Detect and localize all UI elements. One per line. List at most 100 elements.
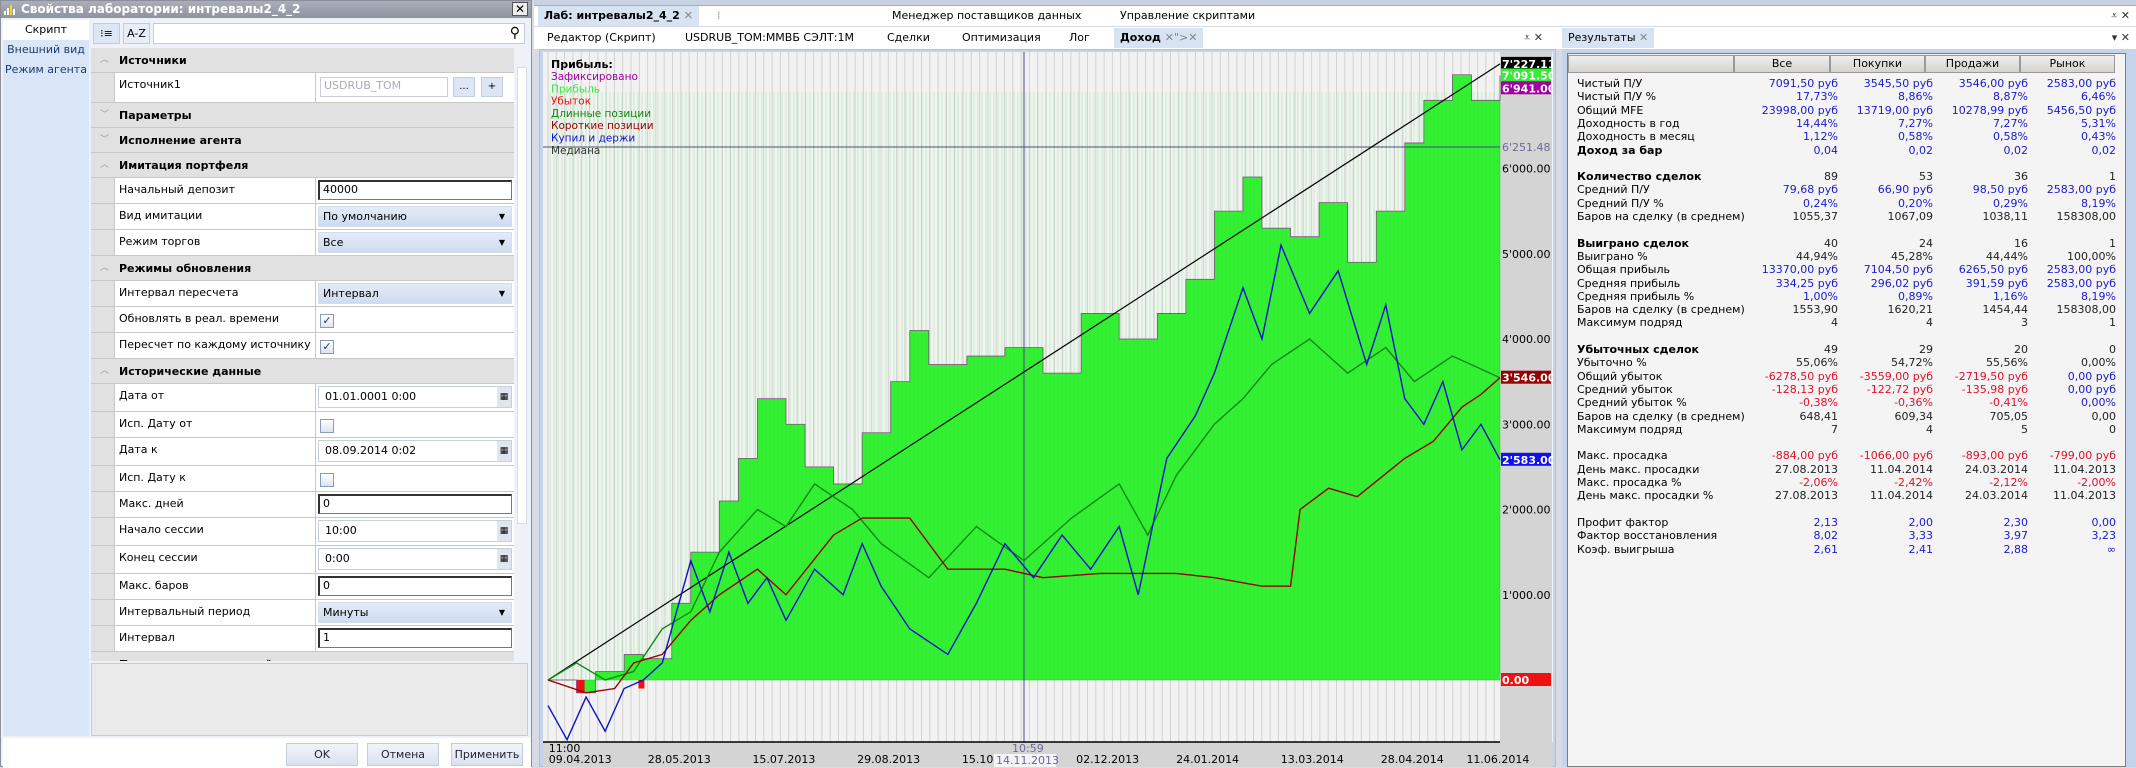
chevron-down-icon[interactable]: ﹀ bbox=[100, 128, 109, 153]
row-gutter bbox=[91, 412, 115, 437]
dropdown-arrow-icon[interactable]: ▼ bbox=[499, 284, 505, 304]
text-input[interactable]: 0 bbox=[318, 494, 512, 514]
search-icon[interactable]: ⚲ bbox=[510, 25, 520, 41]
property-value: 10:00 ▦ bbox=[316, 518, 514, 545]
chevron-down-icon[interactable]: ﹀ bbox=[100, 103, 109, 128]
chevron-up-icon[interactable]: ︿ bbox=[100, 48, 109, 73]
legend-item[interactable]: Убыток bbox=[551, 96, 591, 108]
results-row: Доход за бар 0,04 0,02 0,02 0,02 bbox=[1568, 144, 2125, 157]
tab-data-providers[interactable]: Менеджер поставщиков данных bbox=[892, 9, 1081, 22]
checkbox[interactable] bbox=[320, 419, 334, 433]
section-header[interactable]: ﹀ Параметры bbox=[91, 103, 514, 128]
pin-close-icon[interactable]: ⩡ ✕ bbox=[2111, 9, 2130, 23]
tab-instrument[interactable]: USDRUB_TOM:ММВБ СЭЛТ:1М bbox=[685, 31, 854, 44]
source-input[interactable]: USDRUB_TOM bbox=[320, 77, 448, 97]
calendar-icon[interactable]: ▦ bbox=[497, 549, 511, 569]
tab-results[interactable]: Результаты ✕ bbox=[1562, 28, 1655, 48]
scrollbar-thumb[interactable] bbox=[517, 67, 527, 524]
property-row: Начало сессии 10:00 ▦ bbox=[91, 518, 514, 546]
checkbox[interactable]: ✓ bbox=[320, 340, 334, 354]
dropdown-select[interactable]: Интервал ▼ bbox=[318, 283, 512, 304]
legend-item[interactable]: Прибыль bbox=[551, 83, 600, 95]
pin-close-icon[interactable]: ⩡ ✕ bbox=[1524, 31, 1543, 45]
nav-item-agent-mode[interactable]: Режим агента bbox=[3, 60, 89, 80]
section-header[interactable]: ︿ Исторические данные bbox=[91, 359, 514, 384]
ok-button[interactable]: OK bbox=[286, 743, 358, 766]
column-header[interactable]: Все bbox=[1734, 55, 1830, 73]
tab-log[interactable]: Лог bbox=[1069, 31, 1090, 44]
metric-label: Макс. просадка bbox=[1577, 449, 1668, 463]
calendar-icon[interactable]: ▦ bbox=[497, 521, 511, 541]
tab-optimization[interactable]: Оптимизация bbox=[962, 31, 1041, 44]
dropdown-select[interactable]: По умолчанию ▼ bbox=[318, 206, 512, 227]
section-header[interactable]: ︿ Источники bbox=[91, 48, 514, 73]
dropdown-arrow-icon[interactable]: ▼ bbox=[499, 603, 505, 623]
section-header[interactable]: ﹀ Исполнение агента bbox=[91, 128, 514, 153]
tab-editor[interactable]: Редактор (Скрипт) bbox=[547, 31, 656, 44]
date-picker[interactable]: 0:00 ▦ bbox=[318, 548, 512, 570]
tab-lab[interactable]: Лаб: интревалы2_4_2 ✕ bbox=[538, 6, 699, 26]
property-label: Начало сессии bbox=[115, 518, 316, 545]
x-tick-label: 15.10. bbox=[962, 753, 997, 766]
dropdown-arrow-icon[interactable]: ▼ bbox=[499, 233, 505, 253]
categorized-view-button[interactable]: ⁝≡ bbox=[93, 23, 120, 44]
chevron-up-icon[interactable]: ︿ bbox=[100, 256, 109, 281]
dropdown-select[interactable]: Все ▼ bbox=[318, 232, 512, 253]
dropdown-select[interactable]: Минуты ▼ bbox=[318, 602, 512, 623]
close-icon[interactable]: ✕ bbox=[512, 2, 528, 16]
column-header[interactable]: Рынок bbox=[2020, 55, 2115, 73]
metric-label: Общая прибыль bbox=[1577, 263, 1670, 277]
metric-value: -0,38% bbox=[1799, 396, 1838, 410]
tab-script-manager[interactable]: Управление скриптами bbox=[1120, 9, 1255, 22]
text-input[interactable]: 0 bbox=[318, 576, 512, 596]
metric-label: Баров на сделку (в среднем) bbox=[1577, 303, 1745, 317]
section-header[interactable]: ︿ Имитация портфеля bbox=[91, 153, 514, 178]
legend-item[interactable]: Зафиксировано bbox=[551, 71, 638, 83]
cancel-button[interactable]: Отмена bbox=[367, 743, 439, 766]
income-chart[interactable]: 1'000.00 2'000.00 3'000.00 4'000.00 5'000.00… bbox=[543, 52, 1553, 767]
nav-item-appearance[interactable]: Внешний вид bbox=[3, 40, 89, 60]
text-input[interactable]: 40000 bbox=[318, 180, 512, 200]
column-header[interactable]: Продажи bbox=[1925, 55, 2020, 73]
metric-value: 0,00 руб bbox=[2067, 369, 2116, 383]
nav-item-script[interactable]: Скрипт bbox=[3, 20, 89, 40]
calendar-icon[interactable]: ▦ bbox=[497, 441, 511, 461]
section-header[interactable]: ︿ Параметры вычислений bbox=[91, 652, 514, 661]
chevron-up-icon[interactable]: ︿ bbox=[100, 153, 109, 178]
legend-item[interactable]: Купил и держи bbox=[551, 133, 635, 145]
dropdown-arrow-icon[interactable]: ▼ bbox=[499, 207, 505, 227]
close-icon[interactable]: ✕ bbox=[1639, 31, 1648, 44]
section-header[interactable]: ︿ Режимы обновления bbox=[91, 256, 514, 281]
metric-label: Средний П/У % bbox=[1577, 196, 1664, 210]
close-icon[interactable]: ✕">✕ bbox=[1165, 31, 1198, 44]
date-picker[interactable]: 10:00 ▦ bbox=[318, 520, 512, 542]
legend-item[interactable]: Длинные позиции bbox=[551, 108, 651, 120]
checkbox[interactable] bbox=[320, 473, 334, 487]
property-label: Макс. баров bbox=[115, 574, 316, 599]
metric-value: 27.08.2013 bbox=[1775, 462, 1838, 476]
column-header[interactable] bbox=[1568, 55, 1734, 73]
column-header[interactable]: Покупки bbox=[1830, 55, 1925, 73]
metric-value: 10278,99 руб bbox=[1951, 103, 2028, 117]
browse-button[interactable]: ... bbox=[453, 77, 475, 97]
dropdown-close-icon[interactable]: ▾ ✕ bbox=[2112, 31, 2130, 44]
chevron-up-icon[interactable]: ︿ bbox=[100, 652, 109, 661]
calendar-icon[interactable]: ▦ bbox=[497, 387, 511, 407]
metric-value: 0 bbox=[2109, 422, 2116, 436]
chevron-up-icon[interactable]: ︿ bbox=[100, 359, 109, 384]
add-source-button[interactable]: + bbox=[481, 77, 503, 97]
date-picker[interactable]: 01.01.0001 0:00 ▦ bbox=[318, 386, 512, 408]
tab-deals[interactable]: Сделки bbox=[887, 31, 930, 44]
close-icon[interactable]: ✕ bbox=[684, 9, 693, 22]
tab-income[interactable]: Доход ✕">✕ bbox=[1114, 28, 1204, 48]
checkbox[interactable]: ✓ bbox=[320, 314, 334, 328]
property-search-input[interactable]: ⚲ bbox=[153, 23, 525, 44]
date-picker[interactable]: 08.09.2014 0:02 ▦ bbox=[318, 440, 512, 462]
text-input[interactable]: 1 bbox=[318, 628, 512, 648]
legend-item[interactable]: Медиана bbox=[551, 145, 600, 157]
legend-item[interactable]: Короткие позиции bbox=[551, 120, 654, 132]
tab-lab-hidden[interactable]: ⁞ bbox=[717, 9, 877, 22]
alphabetical-view-button[interactable]: A-Z bbox=[123, 23, 150, 44]
metric-label: Доход за бар bbox=[1577, 143, 1663, 157]
apply-button[interactable]: Применить bbox=[451, 743, 523, 766]
